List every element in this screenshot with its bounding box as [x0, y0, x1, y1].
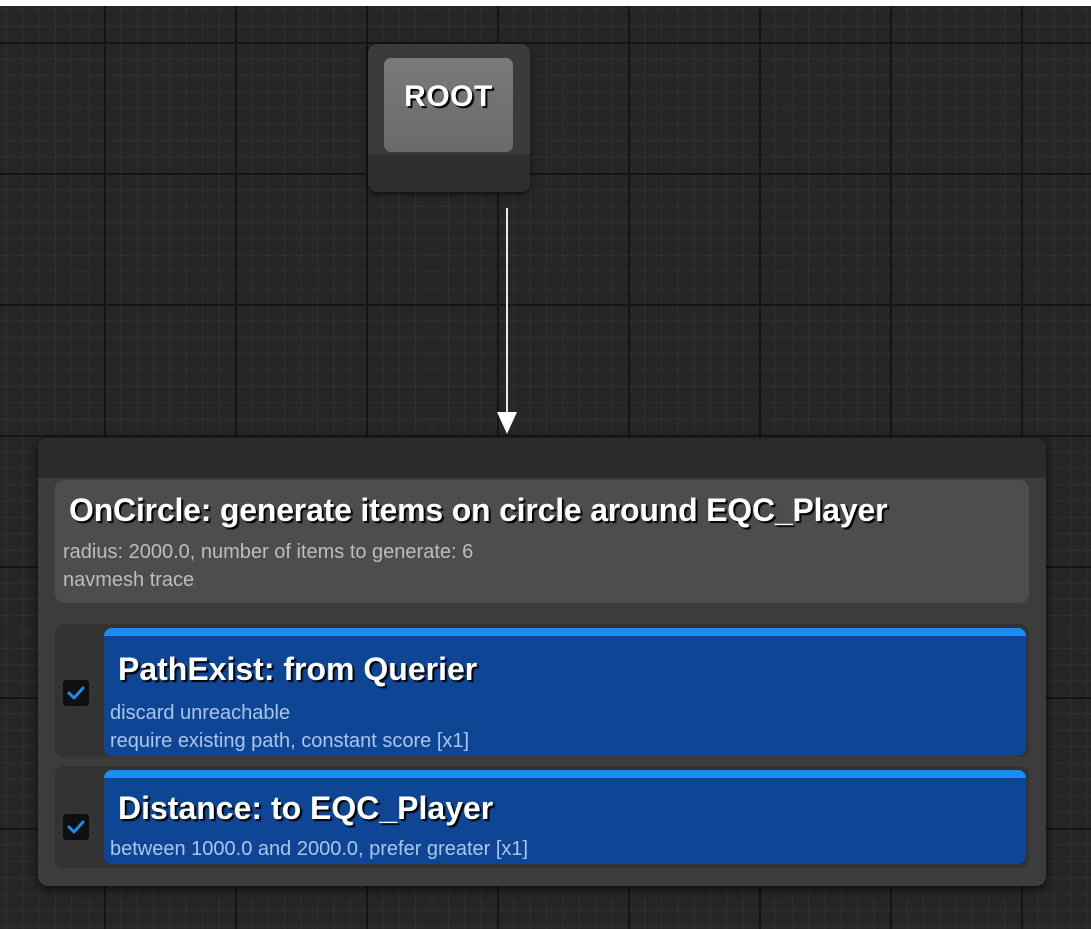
- generator-title: OnCircle: generate items on circle aroun…: [69, 492, 888, 528]
- graph-canvas[interactable]: ROOT OnCircle: generate items on circle …: [0, 0, 1091, 929]
- test-enabled-checkbox[interactable]: [63, 680, 89, 706]
- test-card-path-exist[interactable]: PathExist: from Querier discard unreacha…: [104, 628, 1026, 756]
- canvas-top-edge: [0, 0, 1091, 6]
- root-node-label: ROOT: [404, 80, 493, 113]
- root-output-pin[interactable]: [368, 154, 530, 192]
- generator-node[interactable]: OnCircle: generate items on circle aroun…: [38, 438, 1046, 886]
- generator-input-pin[interactable]: [38, 438, 1046, 478]
- root-node[interactable]: ROOT: [368, 44, 530, 192]
- arrow-down-icon: [497, 412, 517, 434]
- test-row-path-exist: PathExist: from Querier discard unreacha…: [55, 624, 1029, 757]
- check-icon: [67, 820, 85, 834]
- test-enabled-checkbox[interactable]: [63, 814, 89, 840]
- generator-detail: radius: 2000.0, number of items to gener…: [63, 541, 474, 563]
- test-row-distance: Distance: to EQC_Player between 1000.0 a…: [55, 766, 1029, 868]
- test-card-distance[interactable]: Distance: to EQC_Player between 1000.0 a…: [104, 770, 1026, 864]
- test-detail: require existing path, constant score [x…: [110, 730, 470, 752]
- test-detail: between 1000.0 and 2000.0, prefer greate…: [110, 838, 529, 860]
- test-title: Distance: to EQC_Player: [118, 790, 494, 826]
- test-detail: discard unreachable: [110, 702, 291, 724]
- generator-detail: navmesh trace: [63, 569, 195, 591]
- test-title: PathExist: from Querier: [118, 651, 478, 687]
- generator-body[interactable]: OnCircle: generate items on circle aroun…: [55, 480, 1029, 603]
- root-node-body: ROOT: [384, 58, 513, 152]
- check-icon: [67, 686, 85, 700]
- connector-line: [506, 208, 508, 414]
